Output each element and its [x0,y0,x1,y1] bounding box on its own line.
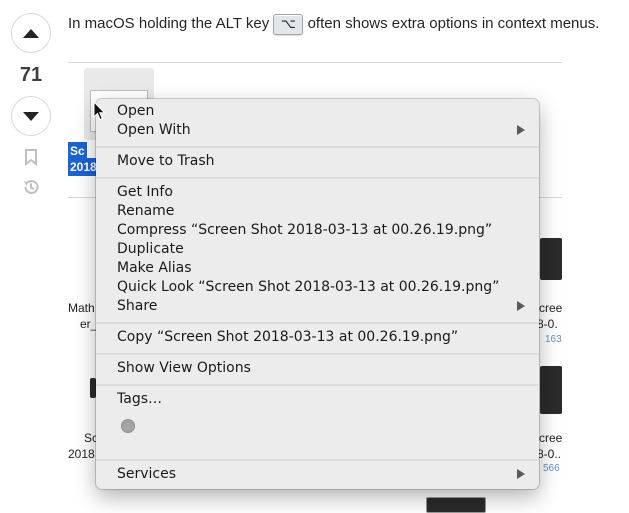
menu-item-show-view-options[interactable]: Show View Options [117,359,251,378]
vote-count: 71 [19,64,43,86]
right-file-name-1: cree [539,301,563,315]
right-file-name-2: 8-0. [537,317,558,331]
left-file-name-2: er_ [80,317,98,331]
menu-separator [96,322,539,324]
bookmark-icon[interactable] [22,148,40,166]
chevron-right-icon [517,301,525,311]
menu-item-tags[interactable]: Tags… [117,390,162,409]
mouse-pointer-icon [93,101,106,121]
post-text-after: often shows extra options in context men… [307,15,600,32]
alt-key: ⌥ [273,13,304,35]
menu-item-rename[interactable]: Rename [117,202,174,221]
menu-item-get-info[interactable]: Get Info [117,183,173,202]
menu-item-make-alias[interactable]: Make Alias [117,259,192,278]
chevron-right-icon [517,469,525,479]
arrow-down-icon [23,112,39,121]
menu-item-services[interactable]: Services [117,465,176,484]
tag-color-gray[interactable] [121,419,135,433]
menu-item-open[interactable]: Open [117,102,154,121]
arrow-up-icon [23,29,39,38]
downvote-button[interactable] [11,96,51,136]
menu-separator [96,353,539,355]
post-body: In macOS holding the ALT key ⌥ often sho… [68,12,628,36]
right-thumbnail-1 [540,238,562,280]
menu-separator [96,459,539,461]
right-file2-name-1: cree [539,431,563,445]
left-file2-name-2: 2018 [68,447,95,461]
menu-item-duplicate[interactable]: Duplicate [117,240,184,259]
menu-separator [96,146,539,148]
right-thumbnail-2 [540,366,562,414]
left-file-name-1: Math [68,301,95,315]
divider [68,62,562,63]
selected-file-label-2: 2018 [68,158,99,176]
menu-item-compress[interactable]: Compress “Screen Shot 2018-03-13 at 00.2… [117,221,492,240]
post-text-before: In macOS holding the ALT key [68,15,270,32]
menu-item-open-with[interactable]: Open With [117,121,191,140]
right-file2-size: 566 [543,463,560,474]
right-file-size: 163 [545,334,562,345]
menu-item-share[interactable]: Share [117,297,157,316]
right-file2-name-2: 8-0.. [537,447,562,461]
history-icon[interactable] [22,178,40,196]
menu-item-quick-look[interactable]: Quick Look “Screen Shot 2018-03-13 at 00… [117,278,499,297]
menu-separator [96,177,539,179]
chevron-right-icon [517,125,525,135]
menu-item-move-to-trash[interactable]: Move to Trash [117,152,215,171]
upvote-button[interactable] [11,13,51,53]
context-menu: Open Open With Move to Trash Get Info Re… [96,99,539,489]
menu-item-copy[interactable]: Copy “Screen Shot 2018-03-13 at 00.26.19… [117,328,458,347]
menu-separator [96,384,539,386]
